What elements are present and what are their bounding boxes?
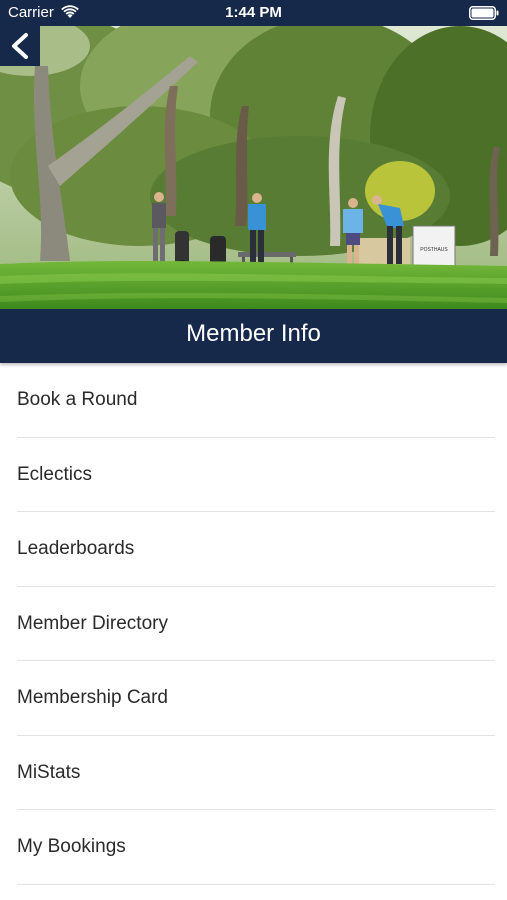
menu-item-label: Eclectics [17,463,92,485]
page-title: Member Info [186,320,321,347]
battery-icon [469,6,499,20]
menu-item-eclectics[interactable]: Eclectics [17,438,495,512]
member-info-menu: Book a Round Eclectics Leaderboards Memb… [0,363,507,885]
page-title-bar: Member Info [0,309,507,363]
menu-item-membership-card[interactable]: Membership Card [17,661,495,736]
back-button[interactable] [0,26,40,66]
menu-item-label: Membership Card [17,687,168,708]
status-time: 1:44 PM [225,4,282,21]
menu-item-my-bookings[interactable]: My Bookings [17,810,495,885]
menu-item-book-a-round[interactable]: Book a Round [17,363,495,438]
course-sign-text: POSTHAUS [420,247,448,253]
menu-item-label: My Bookings [17,836,126,857]
menu-item-label: MiStats [17,761,81,783]
golf-course-photo: POSTHAUS [0,26,507,309]
menu-item-member-directory[interactable]: Member Directory [17,587,495,661]
menu-item-label: Book a Round [17,389,138,410]
hero-image: POSTHAUS [0,26,507,309]
chevron-left-icon [12,33,28,59]
menu-item-leaderboards[interactable]: Leaderboards [17,512,495,587]
menu-item-label: Leaderboards [17,538,135,559]
menu-item-label: Member Directory [17,612,168,634]
menu-item-mistats[interactable]: MiStats [17,736,495,810]
status-bar: Carrier 1:44 PM [0,0,507,26]
